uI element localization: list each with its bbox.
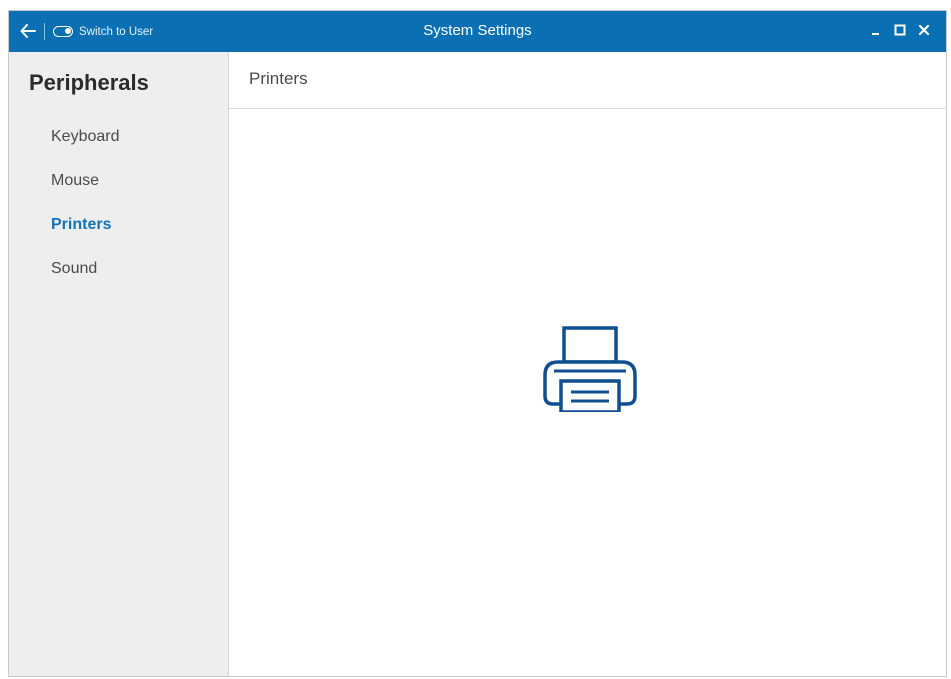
content-header: Printers xyxy=(229,52,946,109)
printer-icon xyxy=(543,326,637,414)
sidebar-list: Keyboard Mouse Printers Sound xyxy=(9,115,228,291)
window-controls xyxy=(862,19,934,41)
printer-placeholder xyxy=(542,326,638,414)
sidebar-item-keyboard[interactable]: Keyboard xyxy=(9,115,228,159)
minimize-icon xyxy=(872,33,879,35)
title-bar: Switch to User System Settings xyxy=(9,11,946,52)
arrow-left-icon xyxy=(20,24,36,38)
switch-to-user-button[interactable]: Switch to User xyxy=(53,22,153,41)
title-separator xyxy=(44,23,45,40)
switch-to-user-label: Switch to User xyxy=(79,25,154,38)
page-title: Printers xyxy=(249,69,308,88)
sidebar-item-sound[interactable]: Sound xyxy=(9,247,228,291)
close-icon xyxy=(918,24,930,36)
maximize-icon xyxy=(894,24,906,36)
sidebar-title: Peripherals xyxy=(29,70,149,95)
sidebar-item-mouse[interactable]: Mouse xyxy=(9,159,228,203)
close-button[interactable] xyxy=(914,20,934,40)
system-settings-window: Switch to User System Settings Periphera… xyxy=(8,10,947,677)
maximize-button[interactable] xyxy=(890,20,910,40)
minimize-button[interactable] xyxy=(866,20,886,40)
sidebar-item-printers[interactable]: Printers xyxy=(9,203,228,247)
toggle-icon xyxy=(53,26,73,37)
sidebar: Peripherals Keyboard Mouse Printers Soun… xyxy=(9,52,229,676)
back-button[interactable] xyxy=(17,20,39,42)
main-content: Printers xyxy=(229,52,946,676)
